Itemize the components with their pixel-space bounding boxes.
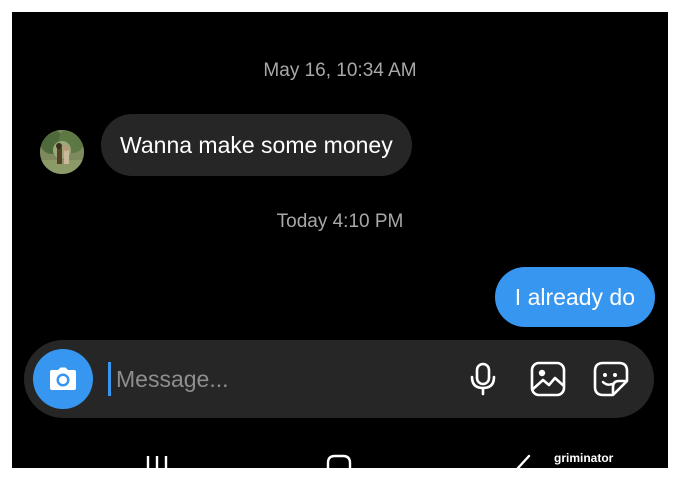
message-timestamp: May 16, 10:34 AM xyxy=(263,60,417,81)
gallery-icon xyxy=(530,361,566,397)
recent-apps-icon[interactable] xyxy=(145,454,169,468)
text-cursor xyxy=(108,362,111,396)
sender-avatar[interactable] xyxy=(40,130,84,174)
outgoing-message-bubble[interactable]: I already do xyxy=(494,267,655,327)
camera-button[interactable] xyxy=(33,349,93,409)
back-icon[interactable] xyxy=(512,454,532,468)
sticker-button[interactable] xyxy=(592,360,630,398)
message-input[interactable] xyxy=(116,360,436,398)
message-composer xyxy=(24,340,654,418)
sticker-icon xyxy=(593,361,629,397)
microphone-icon xyxy=(470,362,496,396)
voice-message-button[interactable] xyxy=(464,360,502,398)
chat-screen: May 16, 10:34 AM Wanna make some money T… xyxy=(12,12,668,468)
gallery-button[interactable] xyxy=(529,360,567,398)
message-timestamp: Today 4:10 PM xyxy=(276,211,404,232)
watermark-text: griminator xyxy=(554,451,614,465)
avatar-photo xyxy=(40,130,84,174)
incoming-message-bubble[interactable]: Wanna make some money xyxy=(101,114,412,176)
home-icon[interactable] xyxy=(326,454,352,468)
camera-icon xyxy=(50,367,76,390)
